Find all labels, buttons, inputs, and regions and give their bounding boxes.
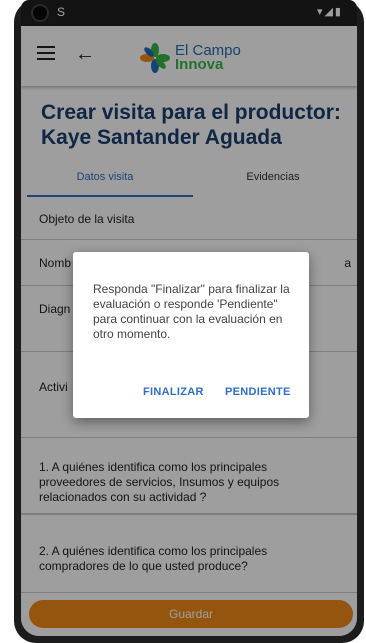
app-screen: S ▾◢▮ ← El Campo Innova Crear visita par… — [21, 0, 357, 636]
confirm-dialog: Responda "Finalizar" para finalizar la e… — [73, 252, 309, 418]
finalizar-button[interactable]: FINALIZAR — [143, 386, 204, 398]
pendiente-button[interactable]: PENDIENTE — [225, 386, 291, 398]
dialog-message: Responda "Finalizar" para finalizar la e… — [93, 282, 290, 341]
